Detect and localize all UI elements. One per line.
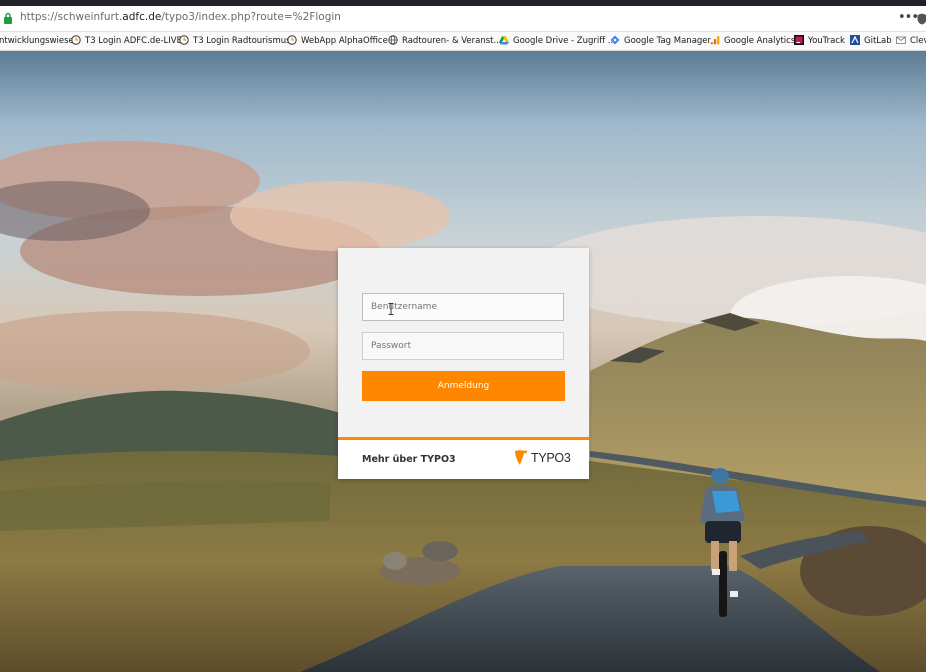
clock-icon [71,34,81,45]
bookmark-label: T3 Login ADFC.de-LIVE [85,36,182,46]
bookmark-label: ntwicklungswiese [0,36,74,46]
login-footer: Mehr über TYPO3 TYPO3 [338,437,589,479]
bookmarks-toolbar: ntwicklungswiese T3 Login ADFC.de-LIVE T… [0,32,926,51]
bookmark-label: WebApp AlphaOffice [301,36,388,46]
bookmark-item[interactable]: T3 Login ADFC.de-LIVE [71,34,182,48]
bookmark-label: Google Drive - Zugriff ... [513,36,616,46]
page-actions-menu-icon[interactable]: ••• [898,10,919,25]
clock-icon [179,34,189,45]
password-input[interactable] [362,332,564,360]
more-about-typo3-link[interactable]: Mehr über TYPO3 [362,454,456,465]
bookmark-item[interactable]: GitLab [850,34,892,48]
bookmark-label: Clev [910,36,926,46]
bookmark-label: Google Tag Manager [624,36,712,46]
mail-icon [896,36,906,44]
bookmark-label: T3 Login Radtourismus [193,36,291,46]
url-prefix: https://schweinfurt. [20,11,123,23]
tag-manager-icon [610,35,620,44]
globe-icon [388,34,398,45]
bookmark-item[interactable]: Google Tag Manager [610,35,711,48]
url-domain: adfc.de [122,11,162,23]
bookmark-label: Radtouren- & Veranst... [402,36,502,46]
bookmark-label: GitLab [864,36,892,46]
analytics-icon [710,35,720,44]
youtrack-icon [794,34,804,45]
bookmark-item[interactable]: T3 Login Radtourismus [179,34,291,48]
clock-icon [287,34,297,45]
typo3-logo-text: TYPO3 [531,451,571,465]
address-bar[interactable]: https://schweinfurt.adfc.de/typo3/index.… [0,6,926,32]
bookmark-item[interactable]: Google Drive - Zugriff ... [499,35,616,48]
login-panel: Anmeldung Mehr über TYPO3 TYPO3 [338,248,589,479]
bookmark-item[interactable]: YouTrack [794,34,845,48]
typo3-logo-icon [515,450,528,465]
text-cursor-icon [388,303,394,315]
gitlab-icon [850,34,860,45]
shield-icon[interactable] [917,13,926,25]
bookmark-item[interactable]: Google Analytics [710,35,795,48]
bookmark-item[interactable]: WebApp AlphaOffice [287,34,388,48]
lock-icon [4,12,12,24]
url-text[interactable]: https://schweinfurt.adfc.de/typo3/index.… [20,11,341,23]
login-button[interactable]: Anmeldung [362,371,565,401]
bookmark-item[interactable]: ntwicklungswiese [0,35,74,48]
bookmark-item[interactable]: Clev [896,35,926,48]
bookmark-label: YouTrack [808,36,845,46]
drive-icon [499,35,509,44]
url-path: /typo3/index.php?route=%2Flogin [161,11,341,23]
bookmark-label: Google Analytics [724,36,796,46]
bookmark-item[interactable]: Radtouren- & Veranst... [388,34,502,48]
